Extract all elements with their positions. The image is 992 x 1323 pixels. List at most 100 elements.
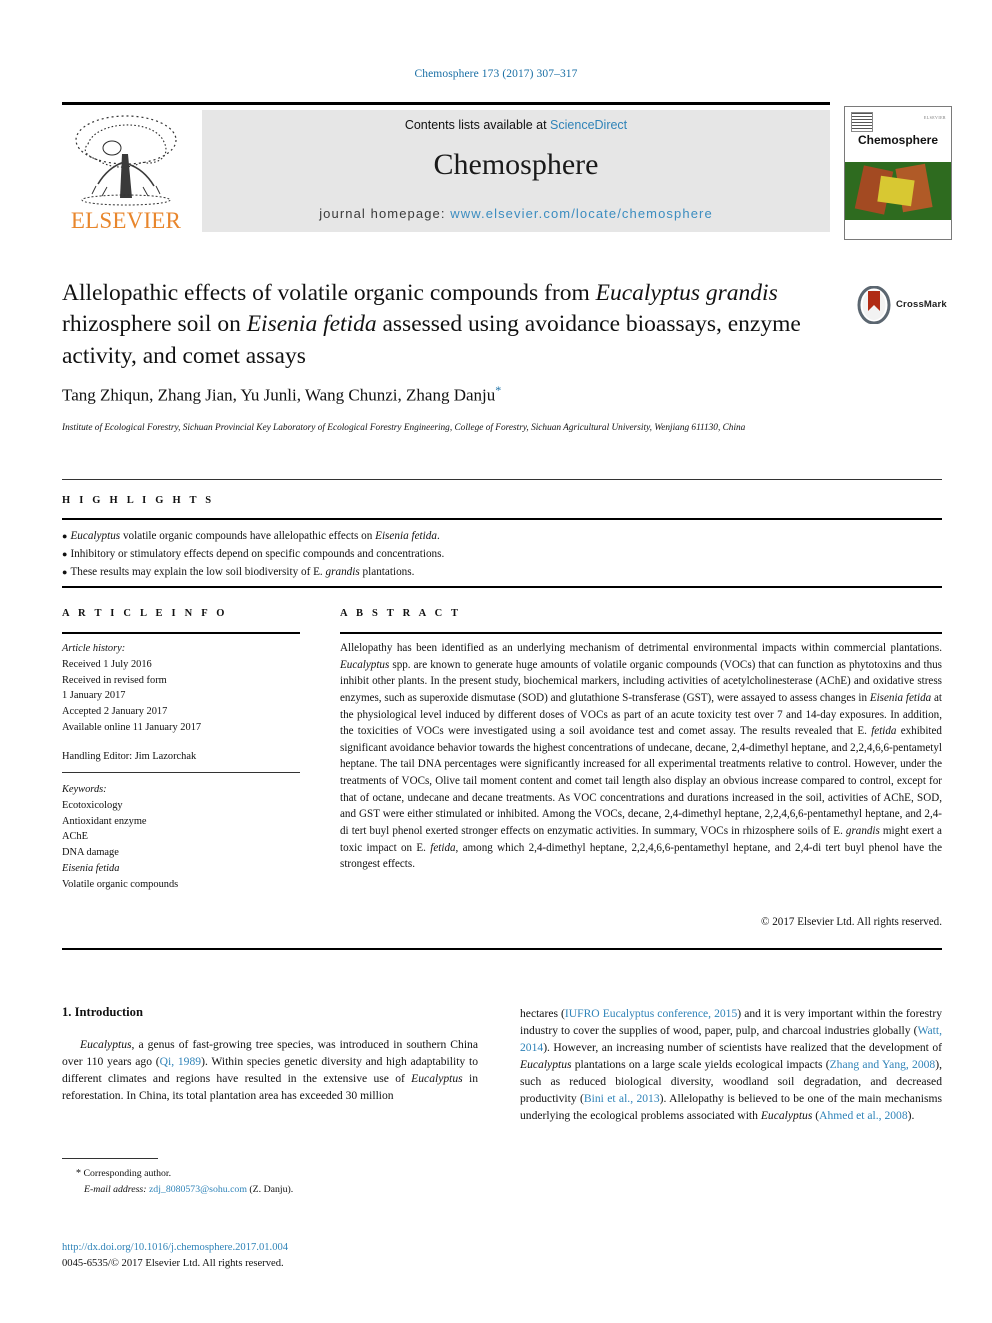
handling-editor: Handling Editor: Jim Lazorchak <box>62 750 197 762</box>
highlight-text-b: . <box>436 530 440 542</box>
list-item: ● These results may explain the low soil … <box>62 563 942 581</box>
list-item: ● Eucalyptus volatile organic compounds h… <box>62 527 942 545</box>
bullet-icon: ● <box>62 531 68 542</box>
running-head: Chemosphere 173 (2017) 307–317 <box>414 68 578 80</box>
rule-above-highlights <box>62 479 942 480</box>
highlight-italic-tail: grandis <box>325 566 360 579</box>
article-history: Article history: Received 1 July 2016 Re… <box>62 641 300 765</box>
rule-keywords <box>62 772 300 773</box>
crossmark-badge[interactable]: CrossMark <box>856 286 948 326</box>
rule-below-abstract <box>62 948 942 950</box>
citation-link[interactable]: Zhang and Yang, 2008 <box>830 1058 936 1071</box>
crossmark-label: CrossMark <box>896 299 947 310</box>
keyword-item: Eisenia fetida <box>62 863 120 875</box>
abstract-italic-4: grandis <box>845 825 880 838</box>
highlight-text-a: volatile organic compounds have allelopa… <box>120 530 376 542</box>
abstract-label: A B S T R A C T <box>340 608 462 619</box>
cover-top-area: ELSEVIER Chemosphere <box>845 107 951 162</box>
citation-link[interactable]: Ahmed et al., 2008 <box>819 1109 908 1122</box>
bullet-icon: ● <box>62 567 68 578</box>
corresponding-author-marker: * <box>495 383 502 397</box>
title-part-2: rhizosphere soil on <box>62 311 247 338</box>
masthead-top-rule <box>62 102 830 105</box>
cover-bottom-area <box>845 220 951 238</box>
introduction-left-column: 1. Introduction Eucalyptus, a genus of f… <box>62 1005 478 1104</box>
cover-artwork <box>845 162 951 220</box>
doi-link[interactable]: http://dx.doi.org/10.1016/j.chemosphere.… <box>62 1240 522 1256</box>
intro-r-text-c: ). However, an increasing number of scie… <box>543 1041 942 1055</box>
highlight-text-b: plantations. <box>359 566 415 579</box>
abstract-italic-3: fetida <box>871 725 897 738</box>
email-label: E-mail address: <box>84 1184 147 1195</box>
intro-r-italic-2: Eucalyptus <box>760 1109 813 1123</box>
cover-journal-name: Chemosphere <box>857 133 939 147</box>
keyword-item: AChE <box>62 831 88 843</box>
homepage-link[interactable]: www.elsevier.com/locate/chemosphere <box>450 206 713 221</box>
intro-italic-1: Eucalyptus <box>80 1038 132 1051</box>
title-part-1: Allelopathic effects of volatile organic… <box>62 280 596 306</box>
journal-cover-thumbnail: ELSEVIER Chemosphere <box>844 106 952 240</box>
elsevier-tree-icon <box>75 115 177 206</box>
title-part-3: assessed using avoidance <box>376 311 621 338</box>
author-list: Tang Zhiqun, Zhang Jian, Yu Junli, Wang … <box>62 383 862 406</box>
crossmark-icon <box>857 286 891 324</box>
highlight-text-a: These results may explain the low soil b… <box>70 566 326 579</box>
sciencedirect-link[interactable]: ScienceDirect <box>550 118 627 132</box>
keyword-item: Antioxidant enzyme <box>62 815 147 827</box>
introduction-paragraph-left: Eucalyptus, a genus of fast-growing tree… <box>62 1036 478 1104</box>
affiliation: Institute of Ecological Forestry, Sichua… <box>62 423 746 433</box>
citation-link[interactable]: Qi, 1989 <box>160 1055 201 1068</box>
article-first-page: Chemosphere 173 (2017) 307–317 ELSEVIER … <box>0 0 992 1323</box>
title-italic-1: Eucalyptus <box>595 280 701 306</box>
intro-italic-2: Eucalyptus <box>411 1072 463 1086</box>
section-heading-introduction: 1. Introduction <box>62 1005 143 1019</box>
intro-r-text-a: hectares ( <box>520 1007 565 1020</box>
author-names: Tang Zhiqun, Zhang Jian, Yu Junli, Wang … <box>62 385 496 405</box>
revised-date: 1 January 2017 <box>62 690 126 702</box>
title-italic-3: Eisenia fetida <box>246 311 377 338</box>
abstract-italic-5: fetida <box>430 841 456 854</box>
highlight-italic-lead: Eucalyptus <box>70 530 121 542</box>
abstract-text: Allelopathy has been identified as an un… <box>340 640 942 873</box>
footnote-block: * Corresponding author. E-mail address: … <box>62 1166 482 1198</box>
homepage-label: journal homepage: <box>319 206 451 221</box>
introduction-right-column: hectares (IUFRO Eucalyptus conference, 2… <box>520 1005 942 1124</box>
journal-homepage-line: journal homepage: www.elsevier.com/locat… <box>202 206 830 221</box>
abstract-part-4: exhibited significant avoidance behavior… <box>340 725 942 838</box>
page-title: Allelopathic effects of volatile organic… <box>62 278 842 372</box>
abstract-italic-2: Eisenia fetida <box>869 691 932 704</box>
abstract-part-2: spp. are known to generate huge amounts … <box>340 658 942 704</box>
contents-text: Contents lists available at <box>404 118 551 132</box>
keywords-block: Keywords: Ecotoxicology Antioxidant enzy… <box>62 782 300 893</box>
citation-link[interactable]: Bini et al., 2013 <box>584 1092 660 1105</box>
elsevier-logo: ELSEVIER <box>62 108 190 236</box>
journal-masthead: ELSEVIER Contents lists available at Sci… <box>62 102 952 240</box>
received-date: Received 1 July 2016 <box>62 658 152 670</box>
keyword-item: Volatile organic compounds <box>62 878 179 890</box>
issn-copyright-line: 0045-6535/© 2017 Elsevier Ltd. All right… <box>62 1258 284 1269</box>
intro-r-text-h: ). <box>907 1109 915 1123</box>
email-note: E-mail address: zdj_8080573@sohu.com (Z.… <box>62 1182 482 1198</box>
introduction-paragraph-right: hectares (IUFRO Eucalyptus conference, 2… <box>520 1005 942 1124</box>
rule-article-info <box>62 632 300 634</box>
elsevier-wordmark: ELSEVIER <box>70 208 182 233</box>
intro-r-text-d: plantations on a large scale yields ecol… <box>571 1058 830 1072</box>
footnote-rule <box>62 1158 158 1159</box>
email-link[interactable]: zdj_8080573@sohu.com <box>149 1184 247 1195</box>
corresponding-author-note: * Corresponding author. <box>62 1166 482 1182</box>
rule-highlights-top <box>62 518 942 520</box>
revised-label: Received in revised form <box>62 674 167 686</box>
keyword-item: DNA damage <box>62 847 119 859</box>
corresponding-author-text: Corresponding author. <box>81 1168 172 1179</box>
available-online-date: Available online 11 January 2017 <box>62 722 202 734</box>
intro-r-italic-1: Eucalyptus <box>520 1058 572 1072</box>
accepted-date: Accepted 2 January 2017 <box>62 706 168 718</box>
highlights-list: ● Eucalyptus volatile organic compounds h… <box>62 527 942 581</box>
keyword-item: Ecotoxicology <box>62 799 123 811</box>
citation-link[interactable]: IUFRO Eucalyptus conference, 2015 <box>565 1007 737 1020</box>
keywords-title: Keywords: <box>62 784 107 795</box>
title-block: Allelopathic effects of volatile organic… <box>62 278 842 372</box>
highlight-text-a: Inhibitory or stimulatory effects depend… <box>70 548 445 561</box>
cover-tiny-label: ELSEVIER <box>923 115 946 120</box>
list-item: ● Inhibitory or stimulatory effects depen… <box>62 545 942 563</box>
